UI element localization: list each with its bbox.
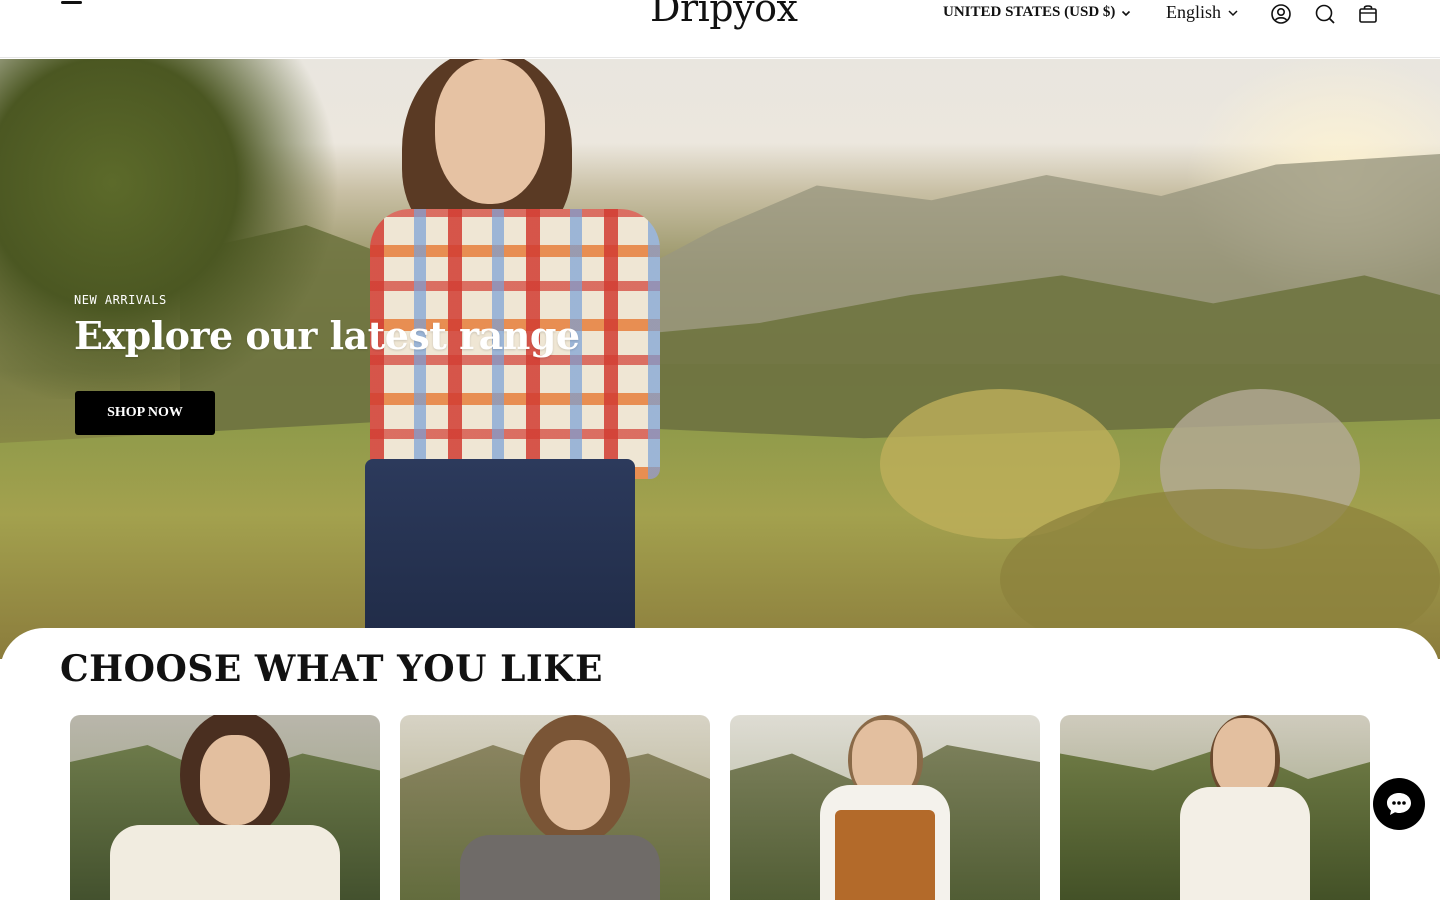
chat-button[interactable] bbox=[1373, 778, 1425, 830]
hero-eyebrow: NEW ARRIVALS bbox=[74, 293, 167, 307]
section-title: CHOOSE WHAT YOU LIKE bbox=[60, 648, 603, 690]
language-selector-label: English bbox=[1166, 2, 1222, 22]
category-card[interactable] bbox=[70, 715, 380, 900]
hero-title: Explore our latest range bbox=[74, 313, 580, 358]
category-card[interactable] bbox=[730, 715, 1040, 900]
menu-icon[interactable] bbox=[60, 0, 84, 14]
chevron-down-icon bbox=[1228, 9, 1238, 16]
shop-now-button[interactable]: SHOP NOW bbox=[75, 391, 215, 435]
account-icon[interactable] bbox=[1270, 3, 1292, 25]
cart-icon[interactable] bbox=[1357, 3, 1379, 25]
search-icon[interactable] bbox=[1314, 3, 1336, 25]
category-card[interactable] bbox=[1060, 715, 1370, 900]
chat-icon bbox=[1387, 793, 1411, 815]
hero-model-image bbox=[340, 59, 680, 659]
hero-banner: NEW ARRIVALS Explore our latest range SH… bbox=[0, 59, 1440, 659]
country-selector-label: UNITED STATES (USD $) bbox=[943, 4, 1116, 20]
site-logo[interactable]: Dripyox bbox=[650, 0, 798, 30]
chevron-down-icon bbox=[1122, 10, 1131, 16]
category-section: CHOOSE WHAT YOU LIKE bbox=[0, 628, 1440, 900]
country-selector[interactable]: UNITED STATES (USD $) bbox=[943, 4, 1131, 21]
category-card[interactable] bbox=[400, 715, 710, 900]
site-header: Dripyox UNITED STATES (USD $) English bbox=[0, 0, 1440, 58]
language-selector[interactable]: English bbox=[1166, 2, 1239, 23]
